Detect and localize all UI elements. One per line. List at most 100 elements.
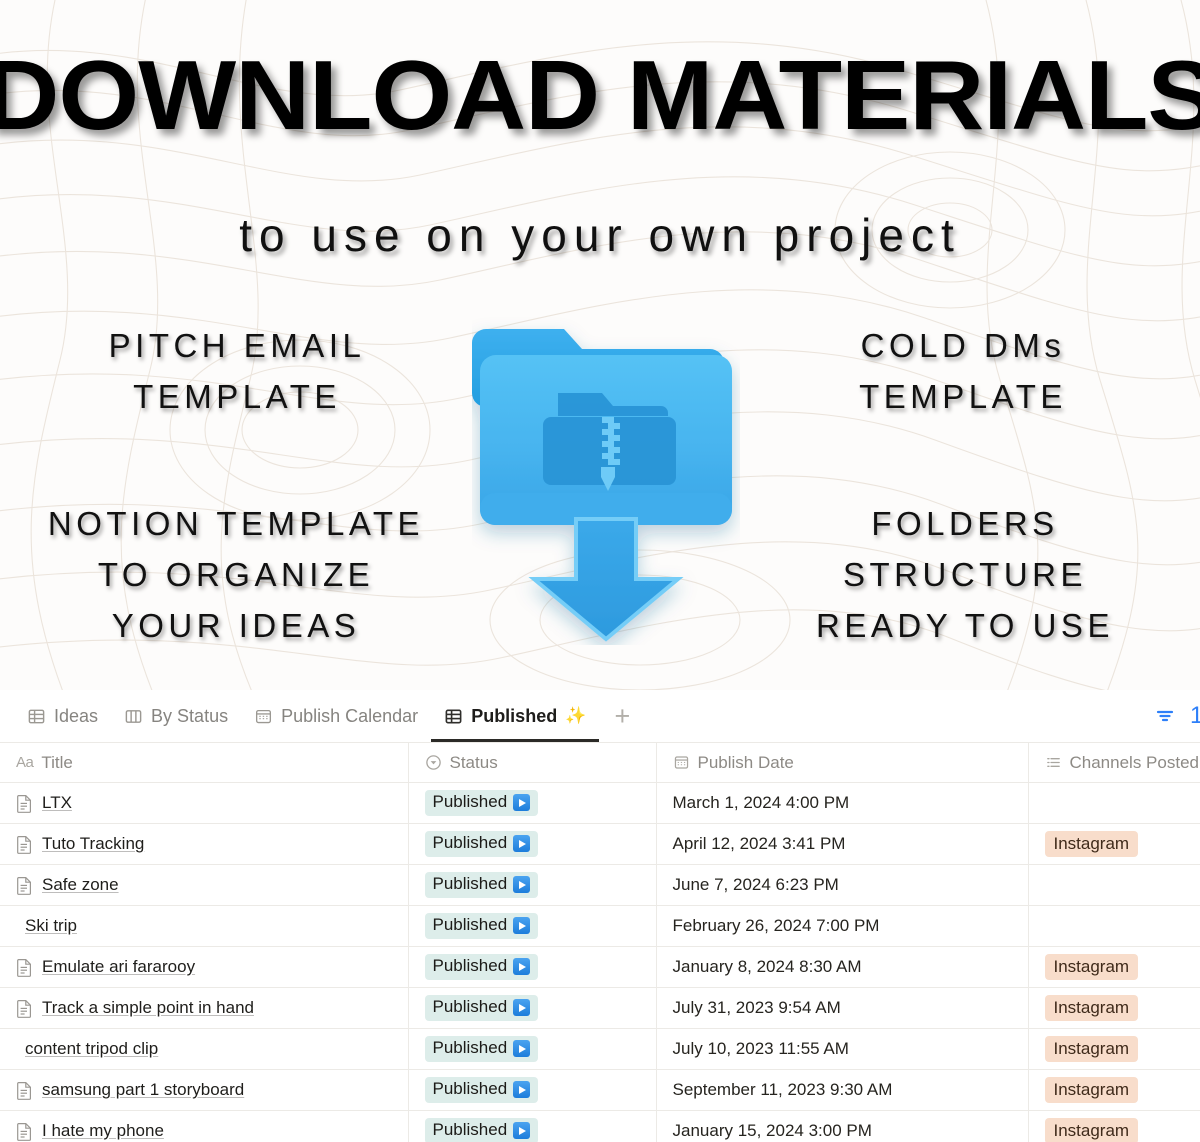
cell-publish-date[interactable]: September 11, 2023 9:30 AM: [656, 1069, 1029, 1111]
filter-icon[interactable]: [1154, 705, 1176, 727]
column-header-publish-date[interactable]: Publish Date: [656, 742, 1029, 783]
page-title: DOWNLOAD MATERIALS: [0, 40, 1200, 150]
status-badge: Published: [424, 1118, 539, 1142]
publish-date-value: June 7, 2024 6:23 PM: [672, 875, 839, 894]
tab-ideas[interactable]: Ideas: [14, 690, 111, 742]
page-icon: [16, 794, 33, 813]
multiselect-property-icon: [1045, 754, 1062, 771]
row-title: Ski trip: [25, 916, 77, 935]
cell-publish-date[interactable]: July 10, 2023 11:55 AM: [656, 1028, 1029, 1070]
status-label: Published: [432, 956, 508, 976]
table-row[interactable]: Ski trip Published February 26, 2024 7:00 …: [0, 905, 1200, 947]
table-row[interactable]: Track a simple point in hand Published Jul…: [0, 987, 1200, 1029]
cell-status[interactable]: Published: [408, 987, 657, 1029]
table-row[interactable]: Safe zone Published June 7, 2024 6:23 PM: [0, 864, 1200, 906]
page-icon: [16, 958, 33, 977]
cell-publish-date[interactable]: January 8, 2024 8:30 AM: [656, 946, 1029, 988]
tab-label: Published: [471, 705, 558, 726]
publish-date-value: July 31, 2023 9:54 AM: [672, 998, 841, 1017]
cell-status[interactable]: Published: [408, 823, 657, 865]
cell-publish-date[interactable]: July 31, 2023 9:54 AM: [656, 987, 1029, 1029]
notion-database-view: Ideas By Status Publish Calendar Publish…: [0, 690, 1200, 1142]
cell-channels-posted[interactable]: Instagram: [1028, 1110, 1200, 1142]
cell-publish-date[interactable]: March 1, 2024 4:00 PM: [656, 782, 1029, 824]
promo-hero: DOWNLOAD MATERIALS to use on your own pr…: [0, 0, 1200, 690]
cell-channels-posted[interactable]: Instagram: [1028, 1069, 1200, 1111]
cell-status[interactable]: Published: [408, 946, 657, 988]
cell-status[interactable]: Published: [408, 905, 657, 947]
feature-pitch-email-template: PITCH EMAIL TEMPLATE: [108, 327, 366, 416]
cell-status[interactable]: Published: [408, 1110, 657, 1142]
cell-channels-posted[interactable]: Instagram: [1028, 946, 1200, 988]
channel-badge: Instagram: [1044, 1076, 1139, 1104]
table-row[interactable]: I hate my phone Published January 15, 2024…: [0, 1110, 1200, 1142]
cell-title[interactable]: Safe zone: [0, 864, 409, 906]
cell-title[interactable]: Emulate ari fararooy: [0, 946, 409, 988]
cell-status[interactable]: Published: [408, 1069, 657, 1111]
cell-status[interactable]: Published: [408, 1028, 657, 1070]
column-header-channels-posted[interactable]: Channels Posted: [1028, 742, 1200, 783]
status-badge: Published: [424, 1077, 539, 1103]
cell-status[interactable]: Published: [408, 782, 657, 824]
status-badge: Published: [424, 1036, 539, 1062]
play-button-icon: [513, 958, 531, 975]
cell-title[interactable]: content tripod clip: [0, 1028, 409, 1070]
tab-label: Ideas: [54, 705, 99, 726]
column-label: Title: [41, 752, 73, 772]
table-row[interactable]: content tripod clip Published July 10, 202…: [0, 1028, 1200, 1070]
table-row[interactable]: LTX Published March 1, 2024 4:00 PM: [0, 782, 1200, 824]
tab-published[interactable]: Published ✨: [431, 690, 600, 742]
status-label: Published: [432, 874, 508, 894]
cell-channels-posted[interactable]: [1028, 864, 1200, 906]
row-title: Track a simple point in hand: [42, 998, 254, 1017]
cell-channels-posted[interactable]: [1028, 905, 1200, 947]
published-database-table: Aa Title Status Publish Date Channels Po…: [0, 742, 1200, 1142]
cell-title[interactable]: Track a simple point in hand: [0, 987, 409, 1029]
column-header-title[interactable]: Aa Title: [0, 742, 409, 783]
feature-folders-structure: FOLDERS STRUCTURE READY TO USE: [816, 505, 1114, 645]
cell-publish-date[interactable]: April 12, 2024 3:41 PM: [656, 823, 1029, 865]
cell-channels-posted[interactable]: Instagram: [1028, 1028, 1200, 1070]
add-view-button[interactable]: +: [605, 699, 639, 733]
table-row[interactable]: samsung part 1 storyboard Published Septem…: [0, 1069, 1200, 1111]
cell-title[interactable]: LTX: [0, 782, 409, 824]
channel-badge: Instagram: [1044, 830, 1139, 858]
cell-publish-date[interactable]: January 15, 2024 3:00 PM: [656, 1110, 1029, 1142]
filter-count-label[interactable]: 1: [1190, 702, 1200, 730]
status-badge: Published: [424, 831, 539, 857]
cell-publish-date[interactable]: February 26, 2024 7:00 PM: [656, 905, 1029, 947]
publish-date-value: July 10, 2023 11:55 AM: [672, 1039, 849, 1058]
play-button-icon: [513, 1040, 531, 1057]
play-button-icon: [513, 835, 531, 852]
status-label: Published: [432, 1079, 508, 1099]
status-label: Published: [432, 792, 508, 812]
cell-channels-posted[interactable]: [1028, 782, 1200, 824]
publish-date-value: April 12, 2024 3:41 PM: [672, 834, 846, 853]
calendar-view-icon: [254, 707, 273, 726]
page-icon: [16, 876, 33, 895]
tab-label: By Status: [151, 705, 229, 726]
zipped-folder-download-icon: [472, 329, 732, 642]
publish-date-value: February 26, 2024 7:00 PM: [672, 916, 880, 935]
column-label: Publish Date: [697, 752, 794, 772]
tab-publish-calendar[interactable]: Publish Calendar: [241, 690, 431, 742]
tab-by-status[interactable]: By Status: [111, 690, 241, 742]
cell-channels-posted[interactable]: Instagram: [1028, 987, 1200, 1029]
cell-status[interactable]: Published: [408, 864, 657, 906]
table-row[interactable]: Tuto Tracking Published April 12, 2024 3:4…: [0, 823, 1200, 865]
sparkles-icon: ✨: [565, 706, 587, 725]
database-view-tabs: Ideas By Status Publish Calendar Publish…: [0, 690, 1200, 742]
channel-badge: Instagram: [1044, 953, 1139, 981]
cell-channels-posted[interactable]: Instagram: [1028, 823, 1200, 865]
play-button-icon: [513, 1081, 531, 1098]
cell-publish-date[interactable]: June 7, 2024 6:23 PM: [656, 864, 1029, 906]
status-label: Published: [432, 915, 508, 935]
cell-title[interactable]: Ski trip: [0, 905, 409, 947]
play-button-icon: [513, 999, 531, 1016]
cell-title[interactable]: I hate my phone: [0, 1110, 409, 1142]
table-row[interactable]: Emulate ari fararooy Published January 8, …: [0, 946, 1200, 988]
cell-title[interactable]: samsung part 1 storyboard: [0, 1069, 409, 1111]
publish-date-value: January 15, 2024 3:00 PM: [672, 1121, 872, 1140]
cell-title[interactable]: Tuto Tracking: [0, 823, 409, 865]
column-header-status[interactable]: Status: [408, 742, 657, 783]
